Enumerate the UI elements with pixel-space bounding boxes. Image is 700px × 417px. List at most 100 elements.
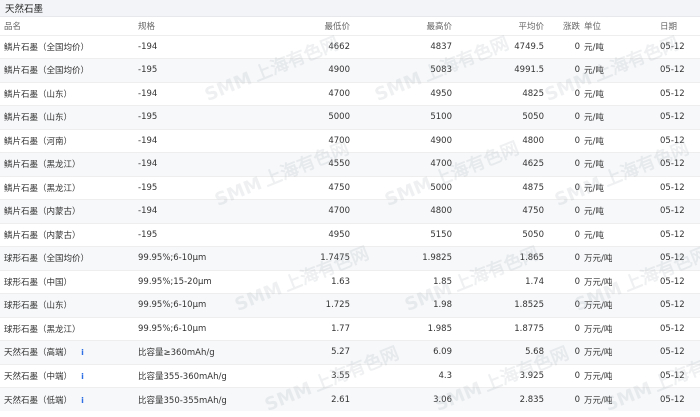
- high-price-cell-text: 1.9825: [422, 253, 452, 264]
- change-cell-text: 0: [574, 182, 580, 193]
- avg-price-cell: 4825: [452, 82, 544, 106]
- unit-cell-text: 元/吨: [584, 230, 604, 241]
- product-name-cell-text: 球形石墨（全国均价）: [4, 254, 90, 265]
- low-price-cell-text: 4900: [328, 65, 350, 76]
- table-row[interactable]: 鳞片石墨（全国均价） -195 4900 5083 4991.5 0 元/吨 05-12: [0, 58, 700, 83]
- table-row[interactable]: 球形石墨（全国均价） 99.95%;6-10μm 1.7475 1.9825 1.865…: [0, 246, 700, 271]
- date-cell: 05-12: [656, 129, 700, 153]
- high-price-cell: 1.985: [350, 317, 452, 341]
- high-price-cell: 1.9825: [350, 247, 452, 271]
- spec-cell-text: -194: [138, 41, 158, 52]
- spec-cell-text: 99.95%;6-10μm: [138, 300, 207, 311]
- spec-cell-text: 比容量≥360mAh/g: [138, 348, 215, 359]
- change-cell-text: 0: [574, 347, 580, 358]
- section-title: 天然石墨: [5, 4, 44, 15]
- table-row[interactable]: 鳞片石墨（黑龙江） -194 4550 4700 4625 0 元/吨 05-12: [0, 152, 700, 177]
- avg-price-cell: 5050: [452, 106, 544, 130]
- product-name-cell-text: 鳞片石墨（黑龙江）: [4, 183, 81, 194]
- unit-cell: 元/吨: [580, 35, 656, 59]
- change-cell: 0: [544, 200, 580, 224]
- info-icon[interactable]: i: [78, 348, 87, 357]
- high-price-cell: 5100: [350, 106, 452, 130]
- table-row[interactable]: 天然石墨（高端） i 比容量≥360mAh/g 5.27 6.09 5.68 0 万元/吨 05…: [0, 340, 700, 365]
- change-cell: 0: [544, 129, 580, 153]
- date-cell-text: 05-12: [660, 347, 685, 358]
- change-cell-text: 0: [574, 229, 580, 240]
- product-name-cell[interactable]: 鳞片石墨（黑龙江）: [0, 153, 138, 177]
- avg-price-cell: 4991.5: [452, 59, 544, 83]
- table-row[interactable]: 鳞片石墨（黑龙江） -195 4750 5000 4875 0 元/吨 05-12: [0, 176, 700, 200]
- table-row[interactable]: 天然石墨（低端） i 比容量350-355mAh/g 2.61 3.06 2.835 0 万元…: [0, 387, 700, 412]
- low-price-cell: 4700: [278, 129, 350, 153]
- date-cell: 05-12: [656, 247, 700, 271]
- product-name-cell[interactable]: 鳞片石墨（山东）: [0, 106, 138, 130]
- table-row[interactable]: 鳞片石墨（山东） -194 4700 4950 4825 0 元/吨 05-12: [0, 82, 700, 106]
- product-name-cell[interactable]: 球形石墨（全国均价）: [0, 247, 138, 271]
- change-cell-text: 0: [574, 41, 580, 52]
- product-name-cell[interactable]: 球形石墨（黑龙江）: [0, 317, 138, 341]
- low-price-cell-text: 4700: [328, 135, 350, 146]
- date-cell: 05-12: [656, 59, 700, 83]
- table-row[interactable]: 鳞片石墨（内蒙古） -195 4950 5150 5050 0 元/吨 05-12: [0, 223, 700, 247]
- table-row[interactable]: 球形石墨（山东） 99.95%;6-10μm 1.725 1.98 1.8525 0 万元/…: [0, 293, 700, 318]
- product-name-cell[interactable]: 球形石墨（山东）: [0, 294, 138, 318]
- product-name-cell-text: 球形石墨（中国）: [4, 277, 73, 288]
- change-cell: 0: [544, 59, 580, 83]
- change-cell: 0: [544, 35, 580, 59]
- col-header-avg: 平均价: [518, 21, 544, 32]
- product-name-cell[interactable]: 天然石墨（低端） i: [0, 388, 138, 412]
- product-name-cell[interactable]: 鳞片石墨（内蒙古）: [0, 223, 138, 247]
- product-name-cell[interactable]: 鳞片石墨（内蒙古）: [0, 200, 138, 224]
- date-cell-text: 05-12: [660, 135, 685, 146]
- date-cell-text: 05-12: [660, 206, 685, 217]
- product-name-cell[interactable]: 鳞片石墨（山东）: [0, 82, 138, 106]
- table-row[interactable]: 鳞片石墨（全国均价） -194 4662 4837 4749.5 0 元/吨 05-12: [0, 35, 700, 59]
- low-price-cell-text: 1.7475: [320, 253, 350, 264]
- date-cell: 05-12: [656, 106, 700, 130]
- high-price-cell: 5150: [350, 223, 452, 247]
- info-icon[interactable]: i: [78, 372, 87, 381]
- product-name-cell[interactable]: 天然石墨（高端） i: [0, 341, 138, 365]
- product-name-cell-text: 鳞片石墨（河南）: [4, 136, 73, 147]
- col-header-high: 最高价: [426, 21, 452, 32]
- spec-cell-text: -195: [138, 112, 158, 123]
- table-row[interactable]: 鳞片石墨（山东） -195 5000 5100 5050 0 元/吨 05-12: [0, 105, 700, 130]
- change-cell: 0: [544, 388, 580, 412]
- low-price-cell: 5000: [278, 106, 350, 130]
- high-price-cell-text: 1.85: [433, 276, 452, 287]
- unit-cell: 元/吨: [580, 223, 656, 247]
- product-name-cell[interactable]: 鳞片石墨（全国均价）: [0, 59, 138, 83]
- high-price-cell: 4900: [350, 129, 452, 153]
- avg-price-cell: 1.8525: [452, 294, 544, 318]
- high-price-cell: 5000: [350, 176, 452, 200]
- high-price-cell: 4837: [350, 35, 452, 59]
- product-name-cell[interactable]: 鳞片石墨（河南）: [0, 129, 138, 153]
- avg-price-cell-text: 5050: [522, 112, 544, 123]
- product-name-cell[interactable]: 鳞片石墨（黑龙江）: [0, 176, 138, 200]
- table-row[interactable]: 鳞片石墨（内蒙古） -194 4700 4800 4750 0 元/吨 05-12: [0, 199, 700, 224]
- col-header-low: 最低价: [324, 21, 350, 32]
- low-price-cell-text: 4700: [328, 206, 350, 217]
- date-cell: 05-12: [656, 270, 700, 294]
- avg-price-cell: 1.865: [452, 247, 544, 271]
- unit-cell-text: 元/吨: [584, 136, 604, 147]
- table-header-row: 品名 规格 最低价 最高价 平均价 涨跌 单位 日期: [0, 17, 700, 35]
- table-row[interactable]: 球形石墨（黑龙江） 99.95%;6-10μm 1.77 1.985 1.8775 0 万元…: [0, 317, 700, 341]
- avg-price-cell: 4625: [452, 153, 544, 177]
- unit-cell-text: 元/吨: [584, 66, 604, 77]
- high-price-cell-text: 4837: [430, 41, 452, 52]
- product-name-cell[interactable]: 球形石墨（中国）: [0, 270, 138, 294]
- table-row[interactable]: 鳞片石墨（河南） -194 4700 4900 4800 0 元/吨 05-12: [0, 129, 700, 153]
- product-name-cell-text: 鳞片石墨（内蒙古）: [4, 230, 81, 241]
- info-icon[interactable]: i: [78, 396, 87, 405]
- product-name-cell[interactable]: 天然石墨（中端） i: [0, 364, 138, 388]
- spec-cell-text: 比容量355-360mAh/g: [138, 371, 227, 382]
- table-row[interactable]: 天然石墨（中端） i 比容量355-360mAh/g 3.55 4.3 3.925 0 万元/…: [0, 364, 700, 388]
- product-name-cell[interactable]: 鳞片石墨（全国均价）: [0, 35, 138, 59]
- spec-cell-text: 99.95%;6-10μm: [138, 253, 207, 264]
- unit-cell: 万元/吨: [580, 341, 656, 365]
- low-price-cell: 4950: [278, 223, 350, 247]
- table-row[interactable]: 球形石墨（中国） 99.95%;15-20μm 1.63 1.85 1.74 0 万元/吨 0…: [0, 270, 700, 294]
- product-name-cell-text: 鳞片石墨（黑龙江）: [4, 160, 81, 171]
- low-price-cell: 1.7475: [278, 247, 350, 271]
